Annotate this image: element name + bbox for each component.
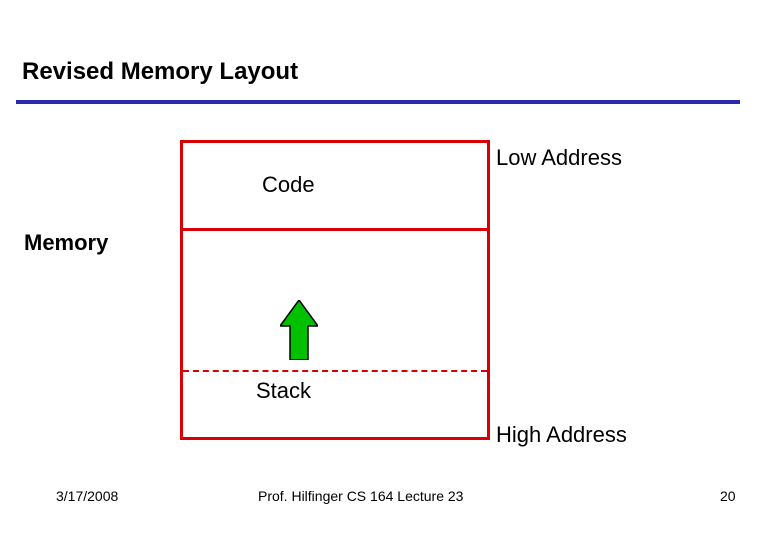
stack-label: Stack: [256, 378, 311, 404]
stack-divider: [183, 370, 487, 372]
low-address-label: Low Address: [496, 145, 622, 171]
code-label: Code: [262, 172, 315, 198]
high-address-label: High Address: [496, 422, 627, 448]
code-divider: [183, 228, 487, 231]
slide-title: Revised Memory Layout: [22, 58, 298, 86]
footer-page-number: 20: [720, 488, 736, 504]
up-arrow-icon: [280, 300, 318, 360]
title-underline: [16, 100, 740, 104]
footer-center: Prof. Hilfinger CS 164 Lecture 23: [258, 488, 463, 504]
memory-box: [180, 140, 490, 440]
footer-date: 3/17/2008: [56, 488, 118, 504]
memory-label: Memory: [24, 230, 108, 256]
